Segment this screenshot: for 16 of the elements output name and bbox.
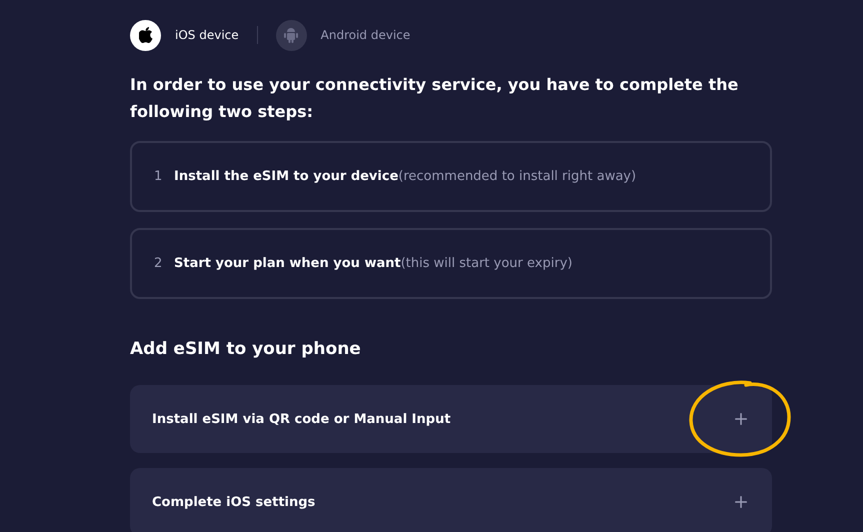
intro-heading: In order to use your connectivity service, you have to complete the following two steps: (130, 74, 740, 123)
device-tab[interactable]: Android device (276, 20, 410, 50)
section-title: Add eSIM to your phone (130, 339, 362, 359)
step-number: 2 (154, 256, 164, 271)
step-text: Start your plan when you want(this will start your expiry) (174, 256, 572, 271)
step-text: Install the eSIM to your device(recommended to install right away) (174, 169, 636, 184)
step-number: 1 (154, 169, 164, 184)
accordion-item[interactable]: Install eSIM via QR code or Manual Input (130, 385, 772, 453)
device-tab[interactable]: iOS device (130, 20, 239, 50)
accordion-label: Complete iOS settings (152, 494, 316, 510)
android-icon (284, 27, 298, 43)
accordion-item[interactable]: Complete iOS settings (130, 468, 772, 532)
apple-icon (138, 27, 152, 43)
plus-icon (732, 410, 750, 428)
plus-icon (732, 493, 750, 511)
accordion-label: Install eSIM via QR code or Manual Input (152, 412, 451, 426)
